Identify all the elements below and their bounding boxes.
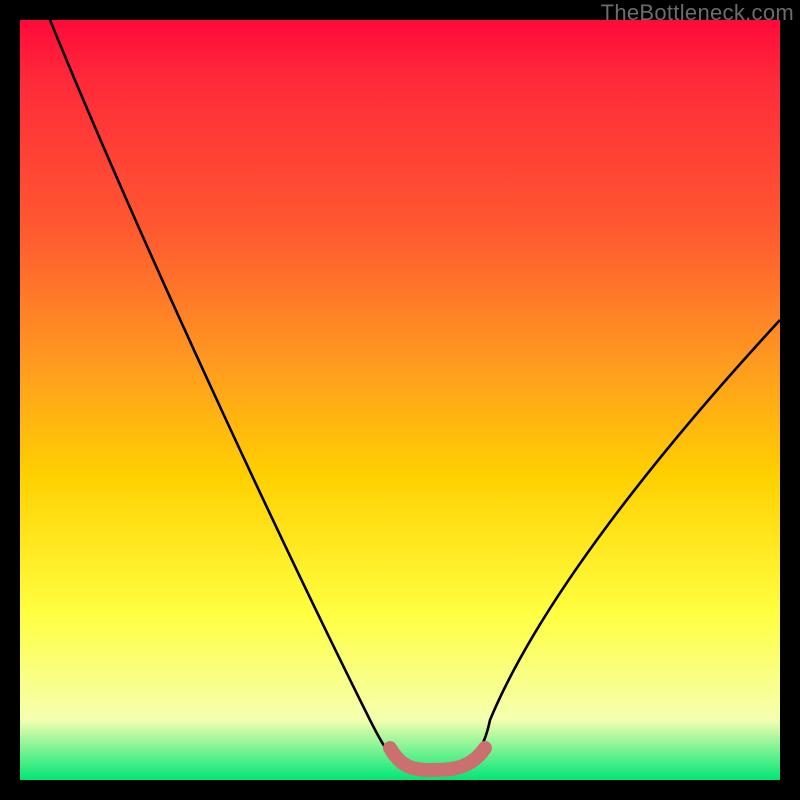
- chart-plot-area: [20, 20, 780, 780]
- chart-frame: TheBottleneck.com: [0, 0, 800, 800]
- chart-svg: [20, 20, 780, 780]
- bottleneck-curve: [50, 20, 780, 768]
- bottleneck-highlight: [390, 748, 485, 770]
